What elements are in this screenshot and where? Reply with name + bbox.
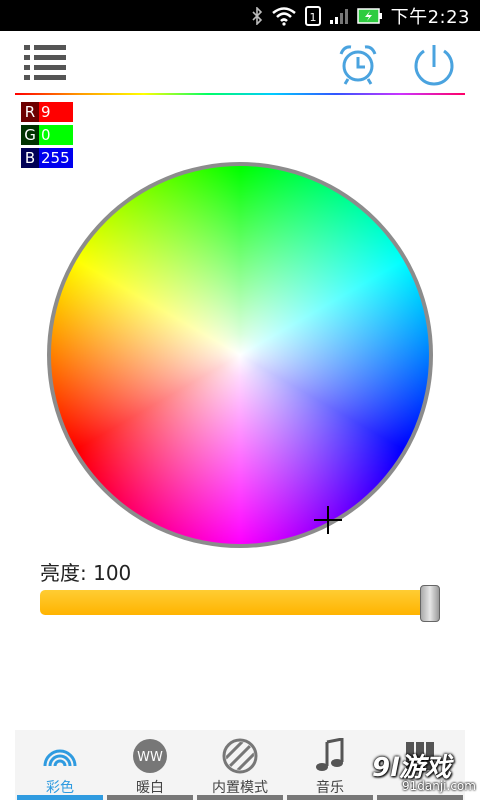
power-icon [414, 45, 454, 86]
status-time: 下午2:23 [390, 6, 470, 28]
header-divider [15, 93, 465, 95]
tab-music[interactable]: 音乐 [285, 730, 375, 800]
green-readout: G 0 [21, 125, 73, 145]
tab-warm-white-label: 暖白 [136, 780, 164, 796]
brightness-slider-thumb[interactable] [420, 585, 440, 622]
tab-builtin-mode-label: 内置模式 [212, 780, 268, 796]
tab-builtin-mode[interactable]: 内置模式 [195, 730, 285, 800]
status-bar: 1 下午2:23 [0, 0, 480, 31]
tab-color-indicator [17, 795, 103, 800]
ww-badge-text: WW [137, 750, 163, 765]
tab-color[interactable]: 彩色 [15, 730, 105, 800]
power-button[interactable] [410, 41, 458, 89]
battery-charging-icon [356, 7, 383, 25]
tab-color-label: 彩色 [46, 780, 74, 796]
blue-value: 255 [39, 148, 73, 168]
bluetooth-icon [251, 6, 263, 25]
svg-text:1: 1 [309, 11, 316, 24]
color-wheel[interactable] [47, 162, 433, 548]
rainbow-icon [43, 749, 77, 767]
brightness-label: 亮度: 100 [40, 561, 132, 585]
green-label: G [21, 125, 39, 145]
red-label: R [21, 102, 39, 122]
tab-warm-white-indicator [107, 795, 193, 800]
music-note-icon [316, 738, 344, 771]
color-wheel-gradient[interactable] [51, 166, 429, 544]
list-menu-icon [24, 45, 66, 80]
tab-builtin-mode-indicator [197, 795, 283, 800]
app-header [0, 31, 480, 95]
watermark-sub: 91danji.com [402, 779, 476, 793]
blue-label: B [21, 148, 39, 168]
color-picker-crosshair[interactable] [314, 506, 342, 534]
brightness-slider[interactable] [40, 590, 437, 615]
sim-icon: 1 [304, 5, 321, 26]
tab-music-indicator [287, 795, 373, 800]
alarm-button[interactable] [336, 42, 380, 86]
alarm-clock-icon [339, 45, 377, 85]
status-icons: 1 下午2:23 [251, 0, 470, 31]
red-readout: R 9 [21, 102, 73, 122]
tab-music-label: 音乐 [316, 780, 344, 796]
red-value: 9 [39, 102, 73, 122]
watermark-logo: 9l游戏 91danji.com [372, 745, 480, 800]
signal-icon [329, 7, 349, 25]
green-value: 0 [39, 125, 73, 145]
wifi-icon [271, 6, 297, 26]
striped-circle-icon [222, 738, 258, 774]
menu-button[interactable] [24, 45, 66, 81]
blue-readout: B 255 [21, 148, 73, 168]
ww-circle-icon: WW [133, 739, 167, 773]
tab-warm-white[interactable]: WW 暖白 [105, 730, 195, 800]
